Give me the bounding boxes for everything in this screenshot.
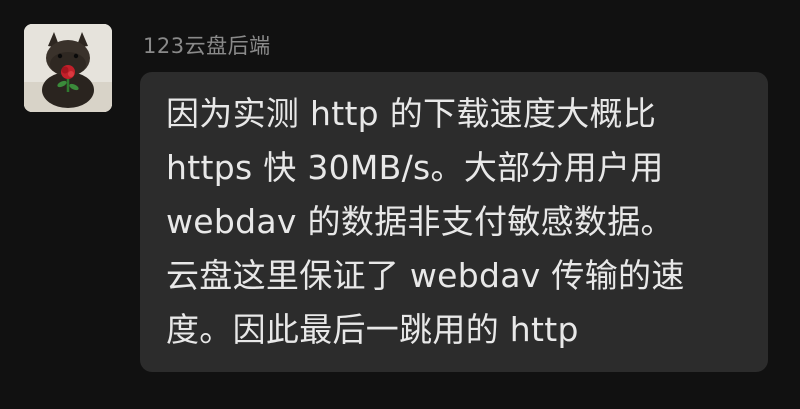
dog-with-rose-avatar-icon	[24, 24, 112, 112]
sender-name: 123云盘后端	[143, 34, 271, 58]
message-bubble[interactable]: 因为实测 http 的下载速度大概比 https 快 30MB/s。大部分用户用…	[140, 72, 768, 372]
message-line: webdav 的数据非支付敏感数据。	[166, 202, 674, 241]
chat-message-row: 123云盘后端 因为实测 http 的下载速度大概比 https 快 30MB/…	[0, 0, 800, 409]
message-line: 云盘这里保证了 webdav 传输的速	[166, 256, 685, 295]
message-line: https 快 30MB/s。大部分用户用	[166, 148, 664, 187]
message-line: 度。因此最后一跳用的 http	[166, 310, 579, 349]
message-line: 因为实测 http 的下载速度大概比	[166, 94, 657, 133]
avatar[interactable]	[24, 24, 112, 112]
